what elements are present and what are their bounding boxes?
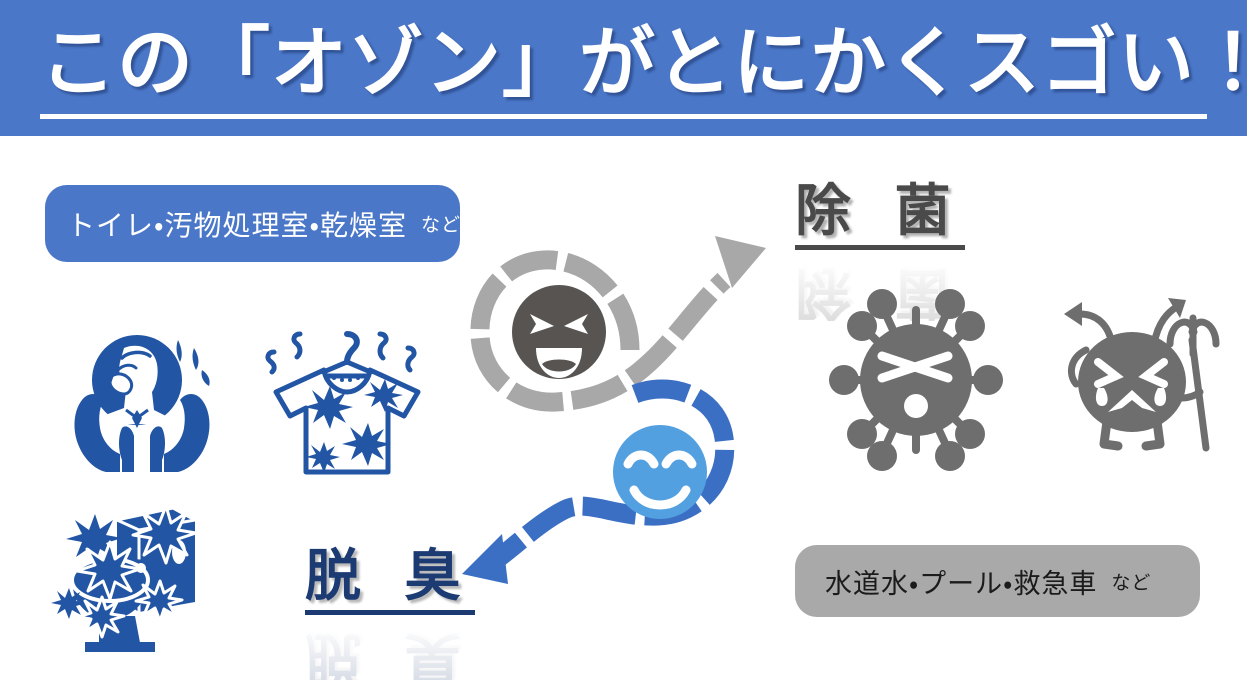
page-title: この「オゾン」がとにかくスゴい！ (40, 16, 1247, 119)
deodorize-examples-chip: トイレ・汚物処理室・乾燥室 など (45, 185, 460, 262)
crying-germ-with-pitchfork-icon (1050, 288, 1232, 463)
defeated-virus-icon (820, 288, 1012, 471)
sterilize-examples-suffix: など (1111, 572, 1152, 594)
deodorize-heading-reflection: 脱 臭 (305, 627, 475, 680)
smiling-face-light-blue (613, 425, 707, 519)
deodorize-examples-suffix: など (421, 215, 462, 236)
sterilize-examples-text: 水道水・プール・救急車 (825, 568, 1098, 599)
deodorize-examples-text: トイレ・汚物処理室・乾燥室 (67, 209, 408, 241)
s-curve-dual-arrow-diagram (460, 222, 805, 592)
sterilize-examples-chip: 水道水・プール・救急車 など (795, 545, 1200, 617)
smelly-tshirt-on-hanger-icon (252, 312, 442, 480)
sterilize-heading-text: 除 菌 (795, 183, 965, 250)
deodorize-heading: 脱 臭 脱 臭 (305, 548, 475, 680)
title-banner: この「オゾン」がとにかくスゴい！ (0, 0, 1247, 136)
germy-toilet-icon (51, 490, 240, 655)
deodorize-heading-text: 脱 臭 (305, 548, 475, 615)
person-pinching-nose-in-hands-icon (62, 318, 222, 480)
blue-arrow-head (462, 534, 508, 584)
grinning-face-dark-gray (512, 285, 606, 379)
slide-canvas: この「オゾン」がとにかくスゴい！ トイレ・汚物処理室・乾燥室 など 水道水・プー… (0, 0, 1247, 680)
